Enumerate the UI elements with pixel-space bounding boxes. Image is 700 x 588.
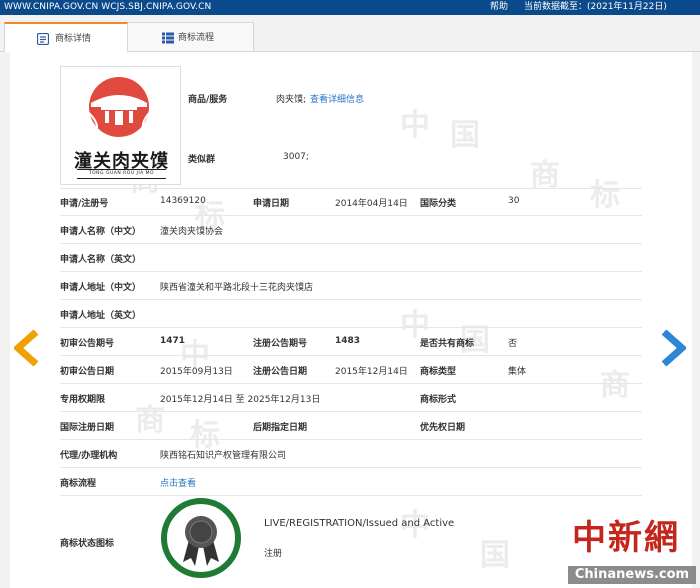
- intl-class-value: 30: [508, 196, 520, 206]
- app-date-label: 申请日期: [253, 199, 290, 209]
- status-english: LIVE/REGISTRATION/Issued and Active: [264, 518, 455, 529]
- list-icon: [162, 32, 174, 44]
- reg-no-value: 14369120: [160, 196, 206, 206]
- chinanews-url: Chinanews.com: [568, 566, 696, 584]
- document-icon: [37, 33, 49, 45]
- agent-label: 代理/办理机构: [60, 451, 118, 461]
- next-arrow-icon[interactable]: [660, 330, 686, 366]
- prelim-date-label: 初审公告日期: [60, 367, 115, 377]
- help-link[interactable]: 帮助: [490, 0, 508, 15]
- site-domains[interactable]: WWW.CNIPA.GOV.CN WCJS.SBJ.CNIPA.GOV.CN: [4, 0, 211, 15]
- address-cn-label: 申请人地址（中文）: [60, 283, 142, 293]
- exclusive-term-label: 专用权期限: [60, 395, 106, 405]
- top-bar: WWW.CNIPA.GOV.CN WCJS.SBJ.CNIPA.GOV.CN 帮…: [0, 0, 700, 15]
- tab-label: 商标详情: [55, 34, 92, 44]
- prelim-issue-value: 1471: [160, 336, 186, 346]
- intl-class-label: 国际分类: [420, 199, 457, 209]
- watermark-glyph: 国: [480, 538, 510, 573]
- chinanews-logo: 中新網: [572, 518, 680, 558]
- similar-group-value: 3007;: [283, 152, 309, 162]
- watermark-glyph: 标: [590, 178, 620, 213]
- intl-reg-date-label: 国际注册日期: [60, 423, 115, 433]
- priority-date-label: 优先权日期: [420, 423, 466, 433]
- sun-gate-emblem: [88, 77, 150, 137]
- logo-subtext: TONG GUAN ROU JIA MO: [88, 171, 155, 176]
- goods-detail-link[interactable]: 查看详细信息: [310, 92, 364, 105]
- row-divider: [60, 467, 642, 468]
- tab-trademark-process[interactable]: 商标流程: [128, 22, 254, 52]
- agent-value: 陕西铭石知识产权管理有限公司: [160, 451, 287, 461]
- mark-type-label: 商标类型: [420, 367, 457, 377]
- reg-date-value: 2015年12月14日: [335, 367, 408, 377]
- applicant-cn-label: 申请人名称（中文）: [60, 227, 142, 237]
- mark-form-label: 商标形式: [420, 395, 457, 405]
- applicant-en-label: 申请人名称（英文）: [60, 255, 142, 265]
- tab-label: 商标流程: [178, 33, 215, 43]
- data-date: 当前数据截至：(2021年11月22日): [524, 2, 667, 12]
- reg-date-label: 注册公告日期: [253, 367, 308, 377]
- tab-bar: 商标详情 商标流程: [0, 22, 700, 52]
- row-divider: [60, 188, 642, 189]
- row-divider: [60, 439, 642, 440]
- later-date-label: 后期指定日期: [253, 423, 308, 433]
- address-cn-value: 陕西省潼关和平路北段十三花肉夹馍店: [160, 283, 314, 293]
- reg-issue-label: 注册公告期号: [253, 339, 308, 349]
- tab-trademark-details[interactable]: 商标详情: [4, 22, 128, 52]
- prelim-issue-label: 初审公告期号: [60, 339, 115, 349]
- row-divider: [60, 411, 642, 412]
- row-divider: [60, 299, 642, 300]
- app-date-value: 2014年04月14日: [335, 199, 408, 209]
- row-divider: [60, 495, 642, 496]
- row-divider: [60, 383, 642, 384]
- status-chinese: 注册: [264, 549, 283, 559]
- row-divider: [60, 355, 642, 356]
- goods-label: 商品/服务: [188, 95, 228, 105]
- row-divider: [60, 215, 642, 216]
- process-label: 商标流程: [60, 479, 97, 489]
- watermark-glyph: 商: [600, 368, 630, 403]
- shared-value: 否: [508, 339, 518, 349]
- applicant-cn-value: 潼关肉夹馍协会: [160, 227, 224, 237]
- exclusive-term-value: 2015年12月14日 至 2025年12月13日: [160, 395, 321, 405]
- similar-group-label: 类似群: [188, 155, 216, 165]
- prelim-date-value: 2015年09月13日: [160, 367, 233, 377]
- row-divider: [60, 327, 642, 328]
- status-icon-label: 商标状态图标: [60, 539, 115, 549]
- shared-label: 是否共有商标: [420, 339, 475, 349]
- row-divider: [60, 243, 642, 244]
- status-badge: [161, 498, 241, 578]
- address-en-label: 申请人地址（英文）: [60, 311, 142, 321]
- reg-issue-value: 1483: [335, 336, 361, 346]
- row-divider: [60, 271, 642, 272]
- mark-type-value: 集体: [508, 367, 527, 377]
- trademark-image: 潼关肉夹馍 TONG GUAN ROU JIA MO: [60, 66, 181, 185]
- prev-arrow-icon[interactable]: [14, 330, 40, 366]
- watermark-glyph: 中: [400, 108, 430, 143]
- watermark-glyph: 国: [450, 118, 480, 153]
- rosette-icon: [183, 516, 219, 566]
- process-view-link[interactable]: 点击查看: [160, 476, 196, 489]
- reg-no-label: 申请/注册号: [60, 199, 109, 209]
- goods-value: 肉夹馍;: [276, 95, 307, 105]
